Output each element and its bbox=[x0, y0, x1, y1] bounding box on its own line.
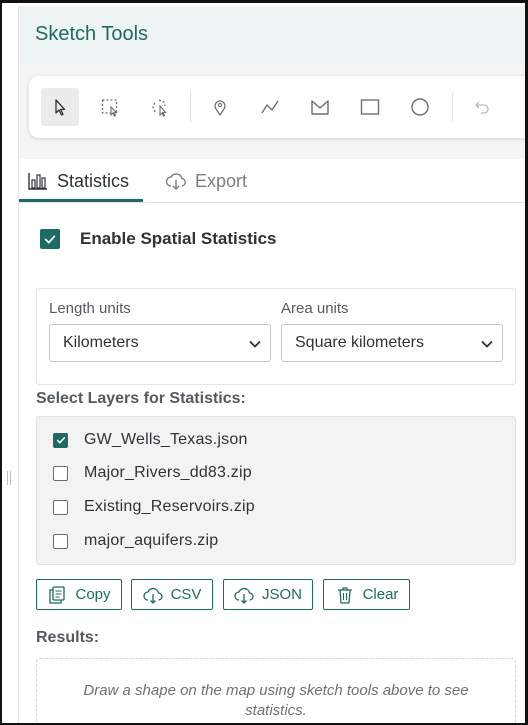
panel-header: Sketch Tools bbox=[19, 6, 525, 64]
copy-button[interactable]: Copy bbox=[36, 579, 122, 610]
point-icon bbox=[214, 100, 226, 116]
undo-button[interactable] bbox=[463, 88, 501, 126]
toolbar-divider bbox=[452, 92, 453, 122]
polyline-tool-button[interactable] bbox=[251, 88, 289, 126]
sketch-tools-panel: Sketch Tools Statistics Export Enable Sp… bbox=[18, 6, 525, 723]
clear-button-label: Clear bbox=[362, 586, 399, 603]
layer-checkbox[interactable] bbox=[53, 465, 68, 481]
layers-list: GW_Wells_Texas.json Major_Rivers_dd83.zi… bbox=[36, 416, 516, 565]
layer-name: Major_Rivers_dd83.zip bbox=[84, 464, 252, 481]
layer-item[interactable]: Existing_Reservoirs.zip bbox=[53, 498, 255, 516]
checkmark-icon bbox=[44, 235, 56, 244]
point-tool-button[interactable] bbox=[201, 88, 239, 126]
cloud-download-icon bbox=[165, 173, 186, 190]
area-units-label: Area units bbox=[281, 300, 349, 317]
select-layers-heading: Select Layers for Statistics: bbox=[36, 390, 246, 407]
checkmark-icon bbox=[56, 436, 65, 444]
units-settings: Length units Area units Kilometers Squar… bbox=[36, 288, 516, 385]
rectangle-tool-button[interactable] bbox=[351, 88, 389, 126]
csv-button-label: CSV bbox=[170, 586, 202, 603]
active-tab-indicator bbox=[19, 199, 143, 202]
cloud-download-icon bbox=[234, 587, 254, 604]
area-units-select[interactable]: Square kilometers bbox=[281, 324, 503, 362]
layer-checkbox[interactable] bbox=[53, 533, 68, 549]
layer-item[interactable]: GW_Wells_Texas.json bbox=[53, 431, 248, 449]
layer-item[interactable]: major_aquifers.zip bbox=[53, 532, 218, 550]
panel-title: Sketch Tools bbox=[35, 23, 149, 45]
length-units-select[interactable]: Kilometers bbox=[49, 324, 271, 362]
circle-tool-button[interactable] bbox=[401, 88, 439, 126]
tab-statistics-label: Statistics bbox=[57, 170, 130, 191]
results-heading: Results: bbox=[36, 629, 100, 646]
layer-name: major_aquifers.zip bbox=[84, 532, 219, 549]
tab-statistics[interactable]: Statistics bbox=[27, 159, 129, 203]
results-placeholder: Draw a shape on the map using sketch too… bbox=[83, 682, 469, 719]
length-units-value: Kilometers bbox=[63, 334, 139, 351]
tab-export[interactable]: Export bbox=[165, 159, 247, 203]
enable-statistics-label: Enable Spatial Statistics bbox=[80, 229, 277, 248]
pointer-icon bbox=[55, 99, 66, 116]
toolbar-area bbox=[19, 64, 525, 159]
chevron-down-icon bbox=[249, 340, 261, 348]
json-download-button[interactable]: JSON bbox=[223, 579, 313, 610]
enable-statistics-row[interactable]: Enable Spatial Statistics bbox=[40, 229, 277, 249]
clear-button[interactable]: Clear bbox=[323, 579, 410, 610]
layer-checkbox[interactable] bbox=[53, 499, 68, 515]
lasso-select-tool-button[interactable] bbox=[141, 88, 179, 126]
layer-item[interactable]: Major_Rivers_dd83.zip bbox=[53, 464, 252, 482]
panel-tabs: Statistics Export bbox=[19, 159, 525, 203]
chevron-down-icon bbox=[481, 340, 493, 348]
area-units-value: Square kilometers bbox=[295, 334, 424, 351]
sketch-toolbar bbox=[29, 76, 525, 138]
copy-button-label: Copy bbox=[75, 586, 111, 603]
toolbar-divider bbox=[190, 92, 191, 122]
bar-chart-icon bbox=[28, 173, 47, 190]
layer-name: GW_Wells_Texas.json bbox=[84, 431, 248, 448]
tab-export-label: Export bbox=[195, 170, 248, 191]
trash-icon bbox=[337, 586, 352, 604]
polygon-icon bbox=[311, 100, 329, 115]
window-frame: Sketch Tools Statistics Export Enable Sp… bbox=[0, 0, 528, 725]
undo-icon bbox=[475, 101, 489, 114]
layer-name: Existing_Reservoirs.zip bbox=[84, 498, 255, 515]
copy-icon bbox=[49, 585, 66, 604]
pointer-tool-button[interactable] bbox=[41, 88, 79, 126]
length-units-label: Length units bbox=[49, 300, 131, 317]
enable-statistics-checkbox[interactable] bbox=[40, 229, 60, 249]
circle-icon bbox=[411, 98, 429, 116]
layer-checkbox[interactable] bbox=[53, 432, 68, 448]
rectangle-icon bbox=[360, 99, 380, 115]
json-button-label: JSON bbox=[261, 586, 302, 603]
results-area: Draw a shape on the map using sketch too… bbox=[36, 658, 516, 723]
cloud-download-icon bbox=[142, 587, 163, 604]
rectangle-select-tool-button[interactable] bbox=[91, 88, 129, 126]
polygon-tool-button[interactable] bbox=[301, 88, 339, 126]
csv-download-button[interactable]: CSV bbox=[131, 579, 213, 610]
lasso-select-icon bbox=[152, 99, 167, 117]
rectangle-select-icon bbox=[101, 99, 118, 117]
polyline-icon bbox=[261, 100, 279, 114]
panel-resize-handle[interactable] bbox=[7, 471, 11, 485]
